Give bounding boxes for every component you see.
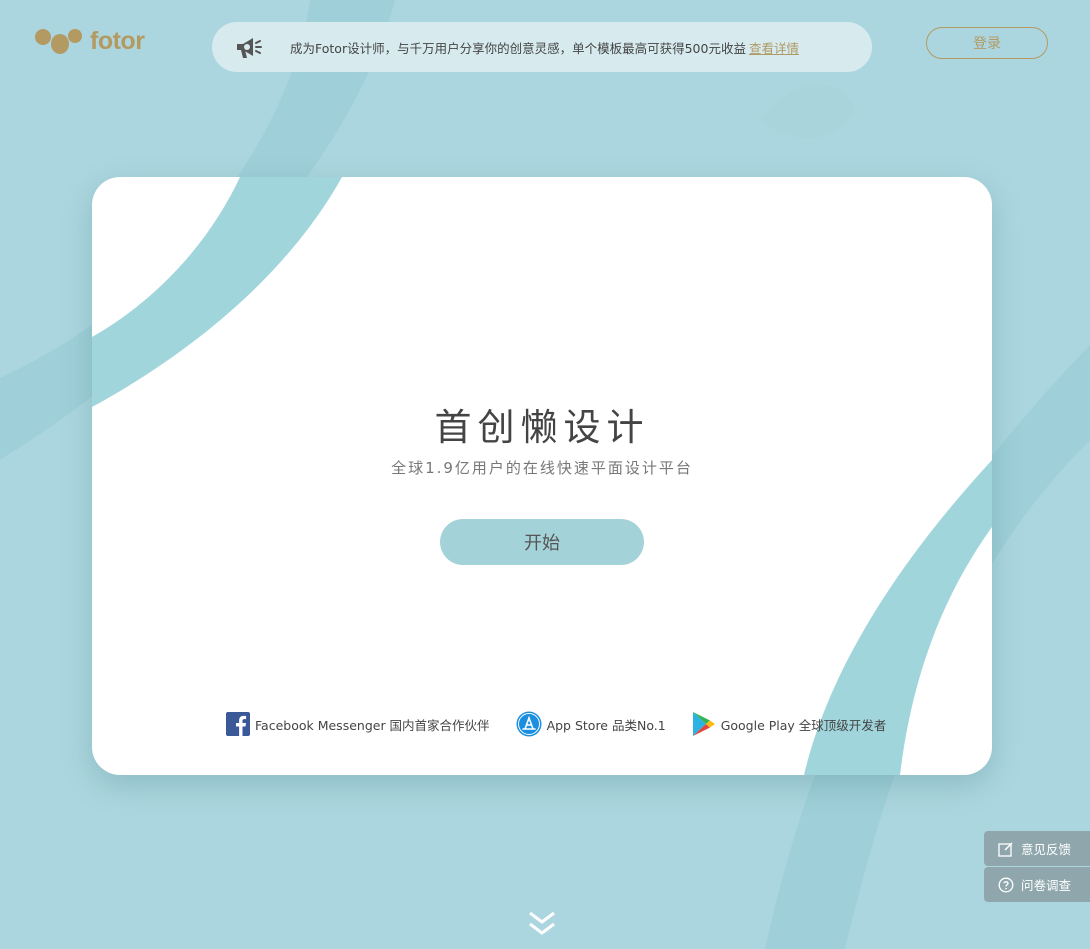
side-panel: 意见反馈 问卷调查 bbox=[984, 831, 1090, 903]
megaphone-icon bbox=[237, 38, 262, 58]
partner-app-store[interactable]: App Store 品类No.1 bbox=[516, 711, 666, 737]
facebook-icon bbox=[226, 712, 250, 736]
start-button[interactable]: 开始 bbox=[440, 519, 644, 565]
partner-label: Facebook Messenger 国内首家合作伙伴 bbox=[255, 717, 490, 733]
feedback-button[interactable]: 意见反馈 bbox=[984, 831, 1090, 866]
app-store-icon bbox=[516, 711, 542, 737]
google-play-icon bbox=[692, 712, 715, 736]
banner-text: 成为Fotor设计师，与千万用户分享你的创意灵感，单个模板最高可获得500元收益 bbox=[290, 40, 746, 56]
question-icon bbox=[998, 877, 1014, 892]
fotor-logo-icon bbox=[35, 29, 82, 54]
login-button[interactable]: 登录 bbox=[926, 27, 1048, 59]
partner-label: Google Play 全球顶级开发者 bbox=[720, 717, 887, 733]
hero-card: 首创懒设计 全球1.9亿用户的在线快速平面设计平台 开始 Facebook Me… bbox=[92, 177, 992, 775]
feedback-label: 意见反馈 bbox=[1021, 842, 1072, 857]
partner-google-play[interactable]: Google Play 全球顶级开发者 bbox=[692, 711, 887, 737]
logo-text: fotor bbox=[90, 26, 145, 55]
fotor-logo[interactable]: fotor bbox=[34, 26, 145, 56]
edit-icon bbox=[998, 841, 1013, 857]
hero-subtitle: 全球1.9亿用户的在线快速平面设计平台 bbox=[391, 459, 693, 477]
hero-title: 首创懒设计 bbox=[434, 406, 650, 449]
partner-list: Facebook Messenger 国内首家合作伙伴 App Store 品类… bbox=[226, 711, 886, 737]
announcement-banner: 成为Fotor设计师，与千万用户分享你的创意灵感，单个模板最高可获得500元收益… bbox=[212, 22, 872, 72]
scroll-down-icon[interactable] bbox=[527, 910, 557, 938]
survey-label: 问卷调查 bbox=[1021, 878, 1072, 893]
partner-label: App Store 品类No.1 bbox=[546, 717, 666, 733]
partner-facebook[interactable]: Facebook Messenger 国内首家合作伙伴 bbox=[226, 712, 490, 736]
banner-details-link[interactable]: 查看详情 bbox=[749, 38, 799, 57]
survey-button[interactable]: 问卷调查 bbox=[984, 867, 1090, 902]
